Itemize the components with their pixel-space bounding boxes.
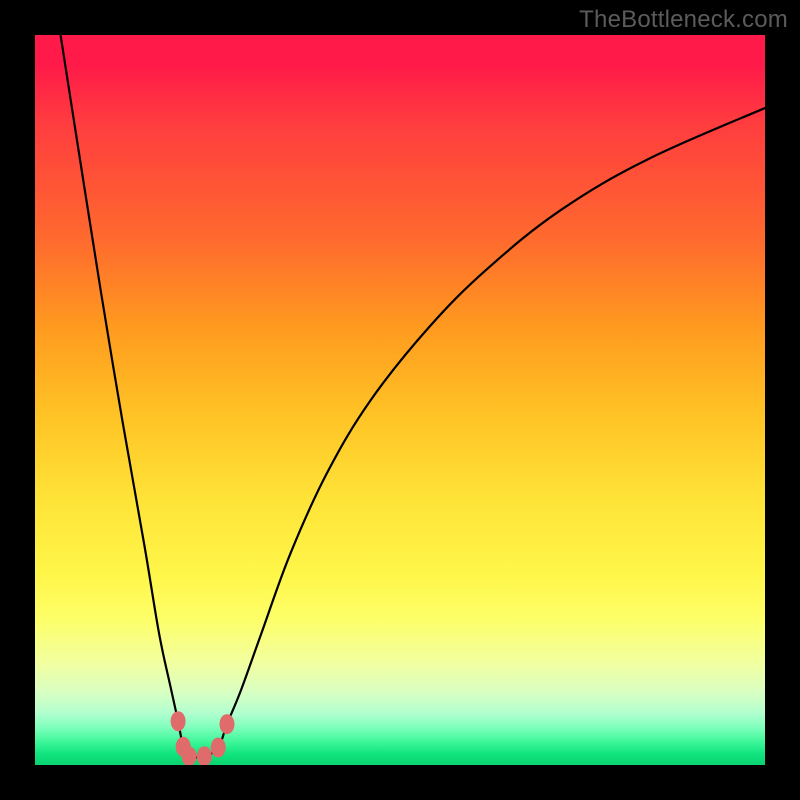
curve-marker bbox=[197, 746, 212, 765]
curve-marker bbox=[171, 711, 186, 731]
bottleneck-curve bbox=[61, 35, 765, 757]
curve-markers bbox=[171, 711, 235, 765]
curve-marker bbox=[211, 737, 226, 757]
chart-frame: TheBottleneck.com bbox=[0, 0, 800, 800]
curve-marker bbox=[219, 714, 234, 734]
plot-area bbox=[35, 35, 765, 765]
attribution-text: TheBottleneck.com bbox=[579, 6, 788, 34]
bottleneck-curve-svg bbox=[35, 35, 765, 765]
